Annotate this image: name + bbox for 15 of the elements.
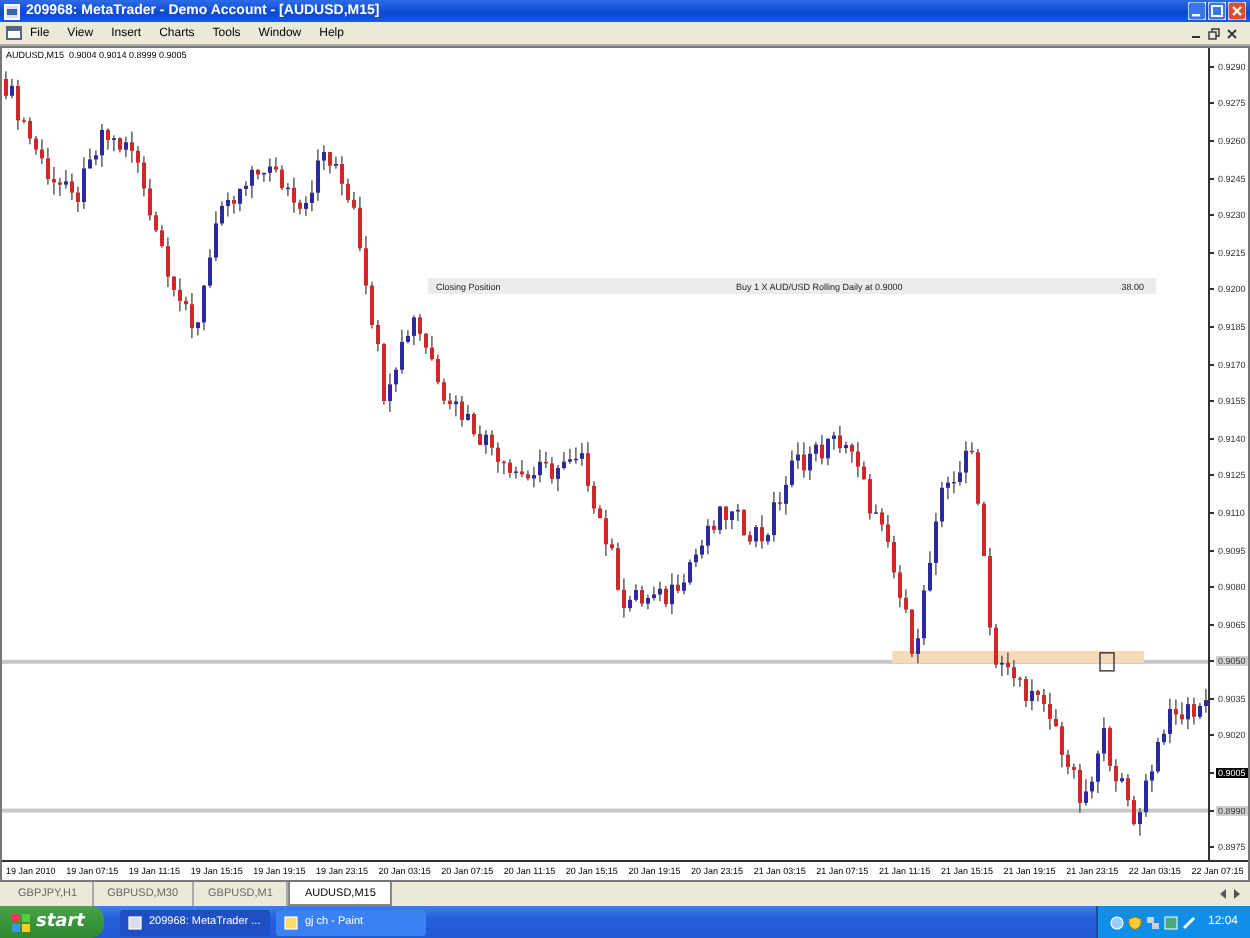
window-icon bbox=[128, 915, 143, 929]
close-icon[interactable] bbox=[1226, 27, 1238, 39]
app-icon bbox=[4, 3, 20, 19]
window-icon bbox=[284, 915, 299, 929]
tray-icon[interactable] bbox=[1109, 915, 1124, 929]
windows-logo-icon bbox=[12, 913, 30, 931]
scroll-right-icon[interactable] bbox=[1232, 888, 1242, 900]
start-button[interactable]: start bbox=[0, 906, 105, 938]
pen-icon[interactable] bbox=[1181, 915, 1196, 929]
scroll-left-icon[interactable] bbox=[1218, 888, 1228, 900]
shield-icon[interactable] bbox=[1127, 915, 1142, 929]
maximize-icon[interactable] bbox=[1208, 2, 1226, 20]
order-marker[interactable] bbox=[1099, 652, 1115, 672]
restore-icon[interactable] bbox=[1208, 27, 1220, 39]
chart-window-icon[interactable] bbox=[6, 26, 22, 40]
